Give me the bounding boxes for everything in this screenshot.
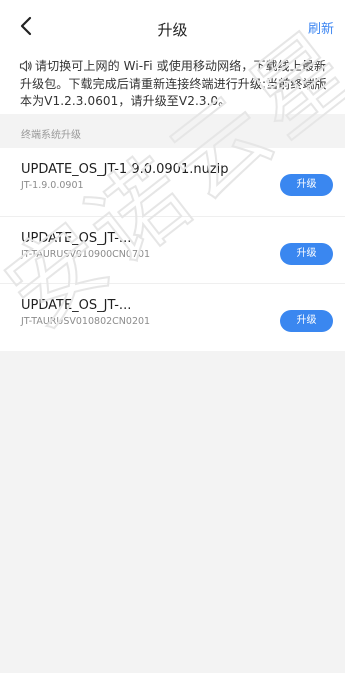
list-item: UPDATE_OS_JT-... JT-TAURUSV010900CN0701 … [0,217,345,284]
refresh-button[interactable]: 刷新 [308,0,334,52]
package-version: JT-1.9.0.0901 [21,180,84,191]
package-name: UPDATE_OS_JT-... [21,298,132,313]
list-item: UPDATE_OS_JT-... JT-TAURUSV010802CN0201 … [0,284,345,351]
notice-text: 请切换可上网的 Wi-Fi 或使用移动网络，下载线上最新升级包。下载完成后请重新… [20,59,327,108]
section-label: 终端系统升级 [21,130,81,141]
empty-area [0,352,345,673]
upgrade-button[interactable]: 升级 [280,174,333,196]
speaker-icon [19,60,32,72]
package-name: UPDATE_OS_JT-... [21,231,132,246]
package-version: JT-TAURUSV010802CN0201 [21,316,151,327]
list-item: UPDATE_OS_JT-1.9.0.0901.nuzip JT-1.9.0.0… [0,148,345,217]
upgrade-button[interactable]: 升级 [280,243,333,265]
upgrade-screen: 升级 刷新 请切换可上网的 Wi-Fi 或使用移动网络，下载线上最新升级包。下载… [0,0,345,673]
header-bar: 升级 刷新 [0,0,345,52]
package-name: UPDATE_OS_JT-1.9.0.0901.nuzip [21,162,229,177]
page-title: 升级 [157,21,188,39]
upgrade-button[interactable]: 升级 [280,310,333,332]
package-version: JT-TAURUSV010900CN0701 [21,249,151,260]
notice-banner: 请切换可上网的 Wi-Fi 或使用移动网络，下载线上最新升级包。下载完成后请重新… [0,52,345,114]
package-list: UPDATE_OS_JT-1.9.0.0901.nuzip JT-1.9.0.0… [0,148,345,351]
